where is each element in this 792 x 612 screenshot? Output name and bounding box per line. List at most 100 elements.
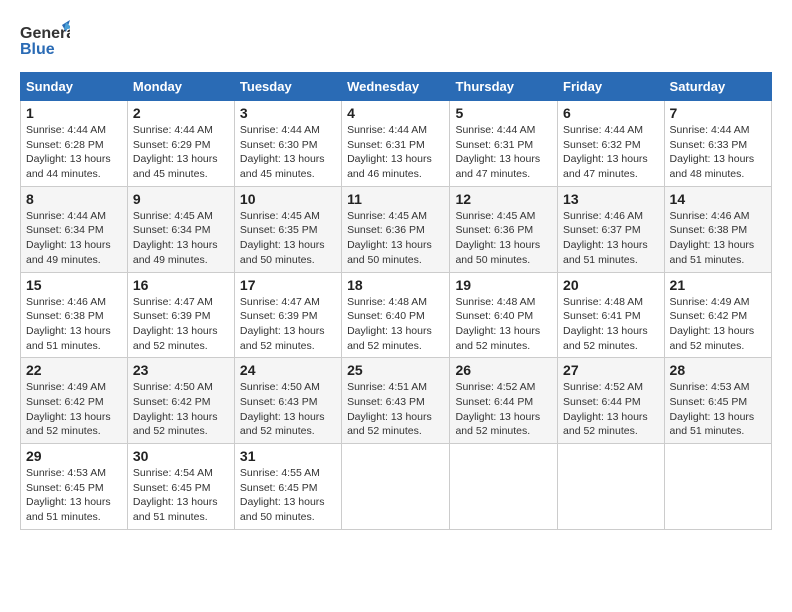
calendar-week-row: 22 Sunrise: 4:49 AM Sunset: 6:42 PM Dayl… bbox=[21, 358, 772, 444]
day-number: 11 bbox=[347, 191, 444, 207]
calendar-cell bbox=[450, 444, 558, 530]
svg-text:General: General bbox=[20, 25, 70, 42]
day-info: Sunrise: 4:48 AM Sunset: 6:41 PM Dayligh… bbox=[563, 295, 659, 354]
page-header: General Blue bbox=[20, 20, 772, 62]
calendar-cell: 3 Sunrise: 4:44 AM Sunset: 6:30 PM Dayli… bbox=[234, 101, 341, 187]
column-header-thursday: Thursday bbox=[450, 73, 558, 101]
day-info: Sunrise: 4:44 AM Sunset: 6:34 PM Dayligh… bbox=[26, 209, 122, 268]
day-number: 23 bbox=[133, 362, 229, 378]
day-number: 18 bbox=[347, 277, 444, 293]
day-number: 12 bbox=[455, 191, 552, 207]
day-info: Sunrise: 4:52 AM Sunset: 6:44 PM Dayligh… bbox=[563, 380, 659, 439]
calendar-cell: 6 Sunrise: 4:44 AM Sunset: 6:32 PM Dayli… bbox=[558, 101, 665, 187]
calendar-cell: 29 Sunrise: 4:53 AM Sunset: 6:45 PM Dayl… bbox=[21, 444, 128, 530]
calendar-cell bbox=[664, 444, 771, 530]
calendar-cell: 13 Sunrise: 4:46 AM Sunset: 6:37 PM Dayl… bbox=[558, 186, 665, 272]
day-info: Sunrise: 4:54 AM Sunset: 6:45 PM Dayligh… bbox=[133, 466, 229, 525]
day-info: Sunrise: 4:52 AM Sunset: 6:44 PM Dayligh… bbox=[455, 380, 552, 439]
day-number: 10 bbox=[240, 191, 336, 207]
calendar-table: SundayMondayTuesdayWednesdayThursdayFrid… bbox=[20, 72, 772, 530]
day-info: Sunrise: 4:44 AM Sunset: 6:28 PM Dayligh… bbox=[26, 123, 122, 182]
calendar-week-row: 8 Sunrise: 4:44 AM Sunset: 6:34 PM Dayli… bbox=[21, 186, 772, 272]
day-info: Sunrise: 4:44 AM Sunset: 6:32 PM Dayligh… bbox=[563, 123, 659, 182]
day-number: 1 bbox=[26, 105, 122, 121]
calendar-week-row: 1 Sunrise: 4:44 AM Sunset: 6:28 PM Dayli… bbox=[21, 101, 772, 187]
calendar-cell: 14 Sunrise: 4:46 AM Sunset: 6:38 PM Dayl… bbox=[664, 186, 771, 272]
calendar-cell: 18 Sunrise: 4:48 AM Sunset: 6:40 PM Dayl… bbox=[342, 272, 450, 358]
day-info: Sunrise: 4:44 AM Sunset: 6:33 PM Dayligh… bbox=[670, 123, 766, 182]
day-info: Sunrise: 4:44 AM Sunset: 6:30 PM Dayligh… bbox=[240, 123, 336, 182]
column-header-monday: Monday bbox=[127, 73, 234, 101]
day-info: Sunrise: 4:55 AM Sunset: 6:45 PM Dayligh… bbox=[240, 466, 336, 525]
day-number: 27 bbox=[563, 362, 659, 378]
calendar-cell bbox=[342, 444, 450, 530]
day-info: Sunrise: 4:44 AM Sunset: 6:31 PM Dayligh… bbox=[347, 123, 444, 182]
calendar-week-row: 15 Sunrise: 4:46 AM Sunset: 6:38 PM Dayl… bbox=[21, 272, 772, 358]
calendar-cell: 4 Sunrise: 4:44 AM Sunset: 6:31 PM Dayli… bbox=[342, 101, 450, 187]
day-number: 29 bbox=[26, 448, 122, 464]
calendar-cell: 11 Sunrise: 4:45 AM Sunset: 6:36 PM Dayl… bbox=[342, 186, 450, 272]
calendar-cell: 26 Sunrise: 4:52 AM Sunset: 6:44 PM Dayl… bbox=[450, 358, 558, 444]
column-header-saturday: Saturday bbox=[664, 73, 771, 101]
day-info: Sunrise: 4:53 AM Sunset: 6:45 PM Dayligh… bbox=[670, 380, 766, 439]
calendar-cell: 19 Sunrise: 4:48 AM Sunset: 6:40 PM Dayl… bbox=[450, 272, 558, 358]
calendar-header-row: SundayMondayTuesdayWednesdayThursdayFrid… bbox=[21, 73, 772, 101]
day-info: Sunrise: 4:46 AM Sunset: 6:38 PM Dayligh… bbox=[26, 295, 122, 354]
day-number: 30 bbox=[133, 448, 229, 464]
day-number: 31 bbox=[240, 448, 336, 464]
day-info: Sunrise: 4:45 AM Sunset: 6:34 PM Dayligh… bbox=[133, 209, 229, 268]
svg-text:Blue: Blue bbox=[20, 41, 55, 58]
calendar-cell: 23 Sunrise: 4:50 AM Sunset: 6:42 PM Dayl… bbox=[127, 358, 234, 444]
day-number: 16 bbox=[133, 277, 229, 293]
day-info: Sunrise: 4:50 AM Sunset: 6:42 PM Dayligh… bbox=[133, 380, 229, 439]
day-info: Sunrise: 4:50 AM Sunset: 6:43 PM Dayligh… bbox=[240, 380, 336, 439]
day-number: 26 bbox=[455, 362, 552, 378]
logo: General Blue bbox=[20, 20, 70, 62]
calendar-cell: 21 Sunrise: 4:49 AM Sunset: 6:42 PM Dayl… bbox=[664, 272, 771, 358]
column-header-wednesday: Wednesday bbox=[342, 73, 450, 101]
day-number: 7 bbox=[670, 105, 766, 121]
calendar-cell: 24 Sunrise: 4:50 AM Sunset: 6:43 PM Dayl… bbox=[234, 358, 341, 444]
day-info: Sunrise: 4:49 AM Sunset: 6:42 PM Dayligh… bbox=[670, 295, 766, 354]
day-number: 8 bbox=[26, 191, 122, 207]
day-info: Sunrise: 4:48 AM Sunset: 6:40 PM Dayligh… bbox=[347, 295, 444, 354]
day-info: Sunrise: 4:49 AM Sunset: 6:42 PM Dayligh… bbox=[26, 380, 122, 439]
day-number: 28 bbox=[670, 362, 766, 378]
calendar-cell: 8 Sunrise: 4:44 AM Sunset: 6:34 PM Dayli… bbox=[21, 186, 128, 272]
column-header-sunday: Sunday bbox=[21, 73, 128, 101]
calendar-cell: 2 Sunrise: 4:44 AM Sunset: 6:29 PM Dayli… bbox=[127, 101, 234, 187]
day-number: 13 bbox=[563, 191, 659, 207]
day-number: 20 bbox=[563, 277, 659, 293]
day-info: Sunrise: 4:44 AM Sunset: 6:29 PM Dayligh… bbox=[133, 123, 229, 182]
calendar-cell: 25 Sunrise: 4:51 AM Sunset: 6:43 PM Dayl… bbox=[342, 358, 450, 444]
calendar-cell: 12 Sunrise: 4:45 AM Sunset: 6:36 PM Dayl… bbox=[450, 186, 558, 272]
calendar-cell: 16 Sunrise: 4:47 AM Sunset: 6:39 PM Dayl… bbox=[127, 272, 234, 358]
day-number: 3 bbox=[240, 105, 336, 121]
calendar-cell: 20 Sunrise: 4:48 AM Sunset: 6:41 PM Dayl… bbox=[558, 272, 665, 358]
calendar-cell: 9 Sunrise: 4:45 AM Sunset: 6:34 PM Dayli… bbox=[127, 186, 234, 272]
column-header-friday: Friday bbox=[558, 73, 665, 101]
calendar-cell: 22 Sunrise: 4:49 AM Sunset: 6:42 PM Dayl… bbox=[21, 358, 128, 444]
calendar-cell: 28 Sunrise: 4:53 AM Sunset: 6:45 PM Dayl… bbox=[664, 358, 771, 444]
day-number: 25 bbox=[347, 362, 444, 378]
day-info: Sunrise: 4:53 AM Sunset: 6:45 PM Dayligh… bbox=[26, 466, 122, 525]
day-number: 21 bbox=[670, 277, 766, 293]
day-number: 14 bbox=[670, 191, 766, 207]
day-number: 2 bbox=[133, 105, 229, 121]
day-info: Sunrise: 4:51 AM Sunset: 6:43 PM Dayligh… bbox=[347, 380, 444, 439]
day-number: 17 bbox=[240, 277, 336, 293]
day-info: Sunrise: 4:46 AM Sunset: 6:37 PM Dayligh… bbox=[563, 209, 659, 268]
day-info: Sunrise: 4:47 AM Sunset: 6:39 PM Dayligh… bbox=[240, 295, 336, 354]
day-number: 9 bbox=[133, 191, 229, 207]
day-info: Sunrise: 4:45 AM Sunset: 6:35 PM Dayligh… bbox=[240, 209, 336, 268]
calendar-cell: 30 Sunrise: 4:54 AM Sunset: 6:45 PM Dayl… bbox=[127, 444, 234, 530]
calendar-cell: 15 Sunrise: 4:46 AM Sunset: 6:38 PM Dayl… bbox=[21, 272, 128, 358]
calendar-cell: 10 Sunrise: 4:45 AM Sunset: 6:35 PM Dayl… bbox=[234, 186, 341, 272]
day-number: 22 bbox=[26, 362, 122, 378]
day-info: Sunrise: 4:45 AM Sunset: 6:36 PM Dayligh… bbox=[455, 209, 552, 268]
day-number: 5 bbox=[455, 105, 552, 121]
day-info: Sunrise: 4:47 AM Sunset: 6:39 PM Dayligh… bbox=[133, 295, 229, 354]
day-info: Sunrise: 4:48 AM Sunset: 6:40 PM Dayligh… bbox=[455, 295, 552, 354]
calendar-cell: 27 Sunrise: 4:52 AM Sunset: 6:44 PM Dayl… bbox=[558, 358, 665, 444]
day-info: Sunrise: 4:45 AM Sunset: 6:36 PM Dayligh… bbox=[347, 209, 444, 268]
